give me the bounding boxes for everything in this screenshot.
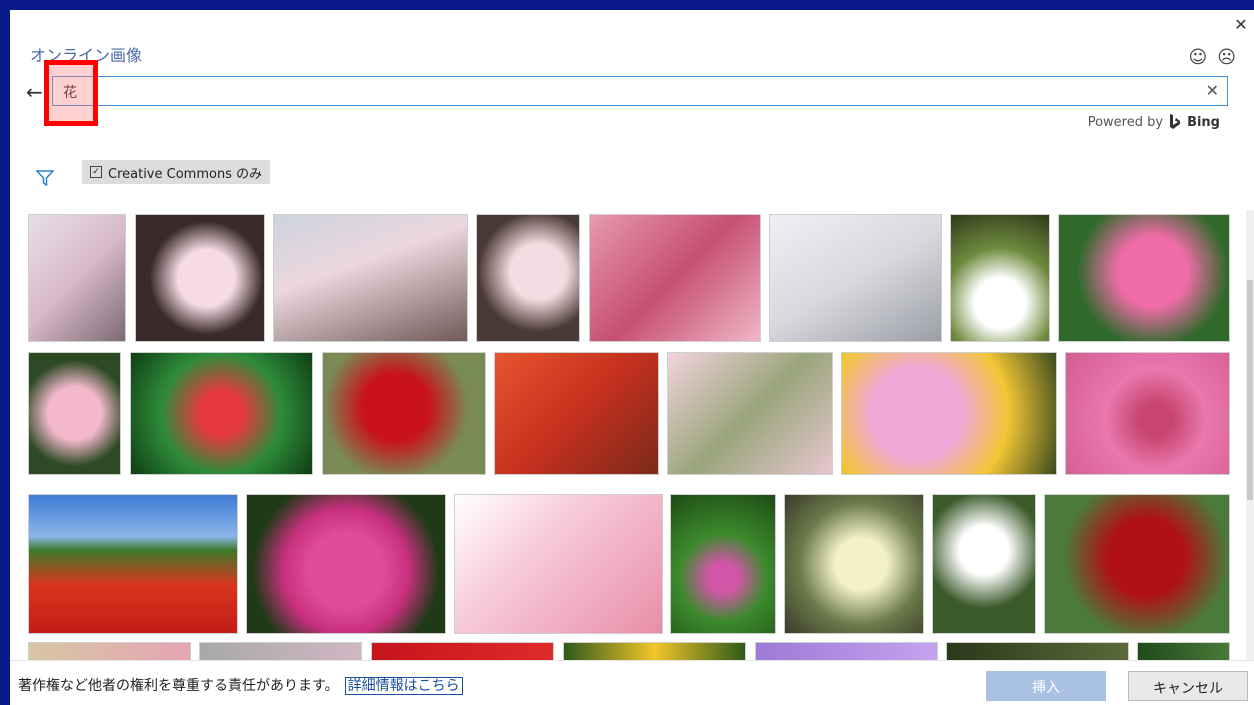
image-result[interactable] (1137, 642, 1230, 660)
image-result[interactable] (246, 494, 446, 634)
image-result[interactable] (494, 352, 659, 475)
image-result[interactable] (841, 352, 1057, 475)
highlight-box (44, 60, 98, 126)
image-result[interactable] (950, 214, 1050, 342)
image-result[interactable] (932, 494, 1036, 634)
copyright-notice: 著作権など他者の権利を尊重する責任があります。 詳細情報はこちら (18, 675, 463, 695)
insert-button[interactable]: 挿入 (986, 671, 1106, 701)
bing-logo-icon (1170, 114, 1181, 129)
bing-brand: Bing (1187, 114, 1220, 130)
image-result[interactable] (1065, 352, 1230, 475)
image-result[interactable] (1044, 494, 1230, 634)
clear-icon[interactable]: ✕ (1206, 81, 1219, 100)
image-result[interactable] (784, 494, 924, 634)
back-arrow-icon[interactable]: ← (26, 80, 43, 104)
image-result[interactable] (28, 494, 238, 634)
search-input[interactable] (61, 81, 1165, 103)
powered-by-label: Powered by (1087, 114, 1164, 130)
image-result[interactable] (130, 352, 313, 475)
image-result[interactable] (670, 494, 776, 634)
cancel-button[interactable]: キャンセル (1128, 671, 1248, 701)
image-result[interactable] (667, 352, 833, 475)
image-result[interactable] (769, 214, 942, 342)
image-result[interactable] (1058, 214, 1230, 342)
copyright-notice-text: 著作権など他者の権利を尊重する責任があります。 (18, 678, 339, 694)
image-result[interactable] (755, 642, 938, 660)
scrollbar-thumb[interactable] (1247, 280, 1253, 500)
image-result[interactable] (476, 214, 580, 342)
image-result[interactable] (135, 214, 265, 342)
image-result[interactable] (322, 352, 486, 475)
scrollbar[interactable] (1246, 210, 1254, 660)
image-result[interactable] (273, 214, 468, 342)
filter-icon[interactable] (36, 170, 54, 186)
powered-by: Powered by Bing (1088, 114, 1220, 130)
image-results-grid (28, 214, 1232, 660)
image-result[interactable] (454, 494, 663, 634)
dialog-footer: 著作権など他者の権利を尊重する責任があります。 詳細情報はこちら 挿入 キャンセル (10, 660, 1254, 705)
image-result[interactable] (28, 352, 121, 475)
creative-commons-toggle[interactable]: ✓ Creative Commons のみ (82, 160, 271, 184)
image-result[interactable] (28, 642, 191, 660)
image-result[interactable] (589, 214, 761, 342)
image-result[interactable] (28, 214, 126, 342)
image-result[interactable] (199, 642, 362, 660)
checkbox-icon[interactable]: ✓ (90, 166, 102, 178)
image-result[interactable] (371, 642, 554, 660)
online-images-dialog: オンライン画像 ✕ ☺ ☹ ← ✕ Powered by Bing ✓ Crea… (10, 10, 1254, 705)
creative-commons-label: Creative Commons のみ (108, 166, 263, 182)
frown-icon[interactable]: ☹ (1217, 47, 1236, 68)
search-field[interactable]: ✕ (52, 76, 1228, 106)
smile-icon[interactable]: ☺ (1188, 47, 1207, 68)
image-result[interactable] (563, 642, 746, 660)
image-result[interactable] (946, 642, 1129, 660)
feedback-icons: ☺ ☹ (1188, 47, 1236, 68)
more-info-link[interactable]: 詳細情報はこちら (344, 677, 463, 695)
close-icon[interactable]: ✕ (1232, 16, 1250, 34)
